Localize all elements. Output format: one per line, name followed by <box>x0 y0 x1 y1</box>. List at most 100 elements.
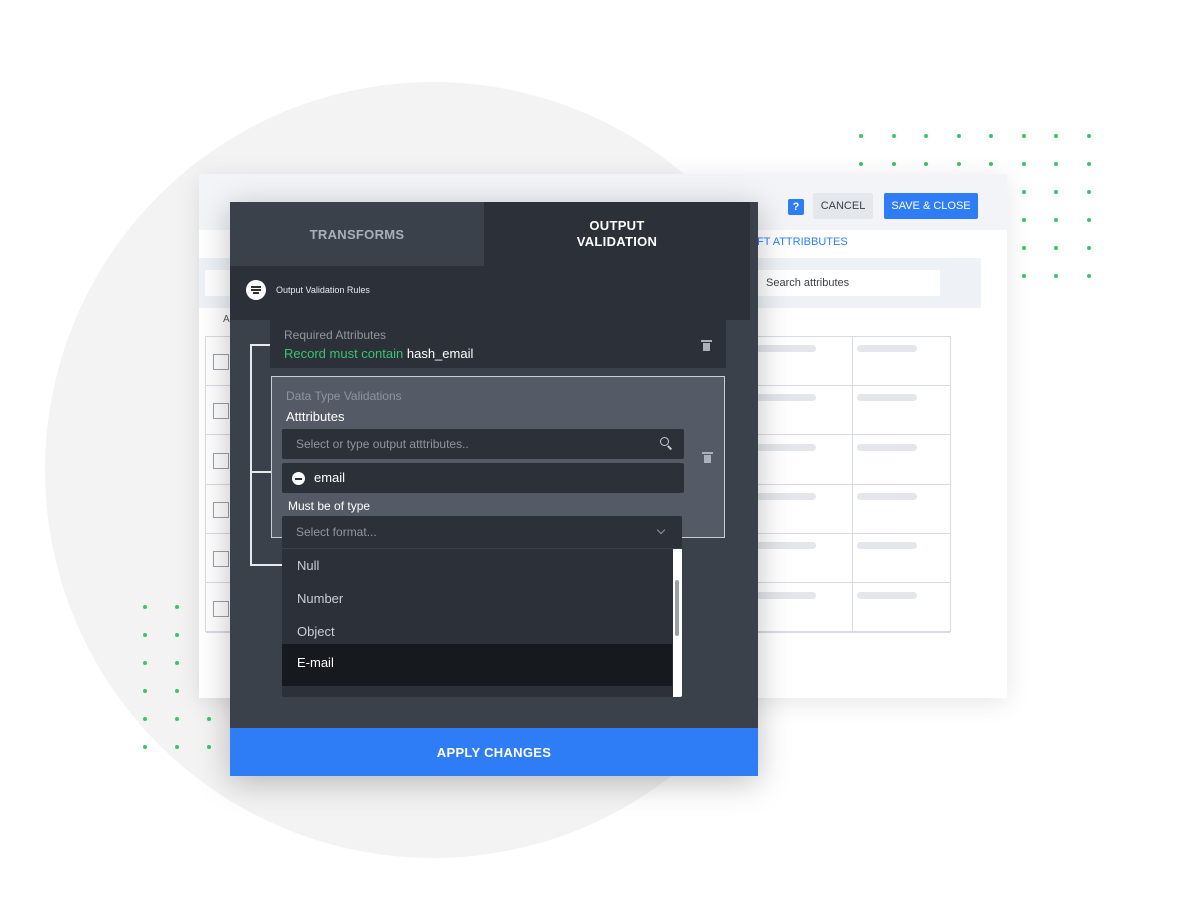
remove-circle-icon[interactable] <box>292 472 305 485</box>
decorative-dot <box>175 661 179 665</box>
dropdown-option-email[interactable]: E-mail <box>282 644 672 686</box>
placeholder-bar <box>857 443 917 451</box>
decorative-dot <box>207 717 211 721</box>
placeholder-bar <box>857 394 917 402</box>
row-checkbox[interactable] <box>213 501 229 518</box>
rules-label: Output Validation Rules <box>276 285 370 295</box>
attributes-label: Atttributes <box>286 409 345 424</box>
format-dropdown: Null Number Object E-mail <box>282 549 682 697</box>
left-attributes-tab[interactable]: FT ATTRIBBUTES <box>757 236 848 248</box>
decorative-dot <box>1021 218 1026 222</box>
decorative-dot <box>924 134 928 138</box>
decorative-dot <box>143 717 147 721</box>
format-select[interactable]: Select format... <box>282 516 682 548</box>
decorative-dot <box>956 162 961 166</box>
decorative-dot <box>1021 274 1026 278</box>
decorative-dot <box>1054 134 1058 138</box>
type-label: Must be of type <box>288 499 371 513</box>
placeholder-bar <box>756 492 816 500</box>
decorative-dot <box>143 633 147 637</box>
row-checkbox[interactable] <box>213 452 229 469</box>
transform-panel: TRANSFORMS OUTPUT VALIDATION Output Vali… <box>230 202 758 776</box>
decorative-dot <box>175 605 179 609</box>
decorative-dot <box>1054 190 1058 194</box>
rule-prefix: Record must contain <box>284 346 404 361</box>
attribute-search-placeholder: Select or type output atttributes.. <box>296 437 469 451</box>
decorative-dot <box>1086 162 1091 166</box>
tree-connector <box>250 564 282 566</box>
placeholder-bar <box>857 345 917 352</box>
rules-bar: Output Validation Rules <box>230 266 750 320</box>
data-type-validations-title: Data Type Validations <box>286 389 402 403</box>
decorative-dot <box>891 134 896 138</box>
row-checkbox[interactable] <box>213 354 229 370</box>
tree-connector <box>250 471 272 473</box>
required-attributes-card: Required Attributes Record must contain … <box>270 320 726 368</box>
placeholder-bar <box>857 591 917 599</box>
data-type-validations-card: Data Type Validations Atttributes Select… <box>271 376 725 538</box>
placeholder-bar <box>756 542 816 550</box>
required-rule: Record must contain hash_email <box>284 346 473 361</box>
placeholder-bar <box>756 394 816 402</box>
decorative-dot <box>143 745 147 749</box>
tree-connector <box>250 344 270 346</box>
decorative-dot <box>143 689 147 693</box>
apply-changes-button[interactable]: APPLY CHANGES <box>230 728 758 776</box>
decorative-dot <box>859 134 863 138</box>
decorative-dot <box>859 162 863 166</box>
decorative-dot <box>1086 274 1091 278</box>
dropdown-option-number[interactable]: Number <box>282 582 672 615</box>
decorative-dot <box>924 162 928 166</box>
help-icon[interactable]: ? <box>788 199 804 215</box>
decorative-dot <box>175 633 179 637</box>
row-checkbox[interactable] <box>213 403 229 420</box>
selected-attribute-label: email <box>314 470 346 485</box>
search-icon[interactable] <box>660 437 673 450</box>
decorative-dot <box>143 605 147 609</box>
decorative-dot <box>1086 190 1091 194</box>
placeholder-bar <box>857 542 917 550</box>
decorative-dot <box>1021 134 1026 138</box>
decorative-dot <box>1021 162 1026 166</box>
decorative-dot <box>1054 218 1058 222</box>
decorative-dot <box>143 661 147 665</box>
decorative-dot <box>989 162 993 166</box>
decorative-dot <box>207 745 211 749</box>
decorative-dot <box>1054 274 1058 278</box>
cancel-button[interactable]: CANCEL <box>813 193 873 219</box>
trash-icon[interactable] <box>701 340 712 351</box>
rule-attribute: hash_email <box>406 346 474 361</box>
decorative-dot <box>175 689 179 693</box>
save-close-button[interactable]: SAVE & CLOSE <box>884 193 978 219</box>
format-select-placeholder: Select format... <box>296 525 377 539</box>
required-attributes-title: Required Attributes <box>284 328 387 342</box>
decorative-dot <box>1054 162 1058 166</box>
placeholder-bar <box>756 345 816 352</box>
decorative-dot <box>175 745 179 749</box>
placeholder-bar <box>756 591 816 599</box>
selected-attribute-chip: email <box>282 463 684 493</box>
decorative-dot <box>1021 190 1026 194</box>
tab-transforms[interactable]: TRANSFORMS <box>230 202 484 266</box>
decorative-dot <box>175 717 179 721</box>
placeholder-bar <box>857 492 917 500</box>
tab-output-validation-label: OUTPUT VALIDATION <box>576 218 658 249</box>
row-checkbox[interactable] <box>213 600 229 617</box>
tab-output-validation[interactable]: OUTPUT VALIDATION <box>484 202 750 266</box>
decorative-dot <box>891 162 896 166</box>
decorative-dot <box>1086 218 1091 222</box>
dropdown-option-null[interactable]: Null <box>282 549 672 582</box>
column-header: A <box>223 314 230 325</box>
search-attributes-input[interactable]: Search attributes <box>756 270 940 296</box>
chevron-down-icon <box>656 525 666 535</box>
decorative-dot <box>1021 246 1026 250</box>
filter-lines-icon[interactable] <box>246 280 266 300</box>
scrollbar-thumb[interactable] <box>675 580 679 636</box>
tree-connector <box>250 344 252 566</box>
attribute-search-input[interactable]: Select or type output atttributes.. <box>282 429 684 459</box>
decorative-dot <box>989 134 993 138</box>
trash-icon[interactable] <box>702 452 713 463</box>
decorative-dot <box>1086 246 1091 250</box>
dropdown-scrollbar[interactable] <box>673 549 682 697</box>
row-checkbox[interactable] <box>213 551 229 568</box>
